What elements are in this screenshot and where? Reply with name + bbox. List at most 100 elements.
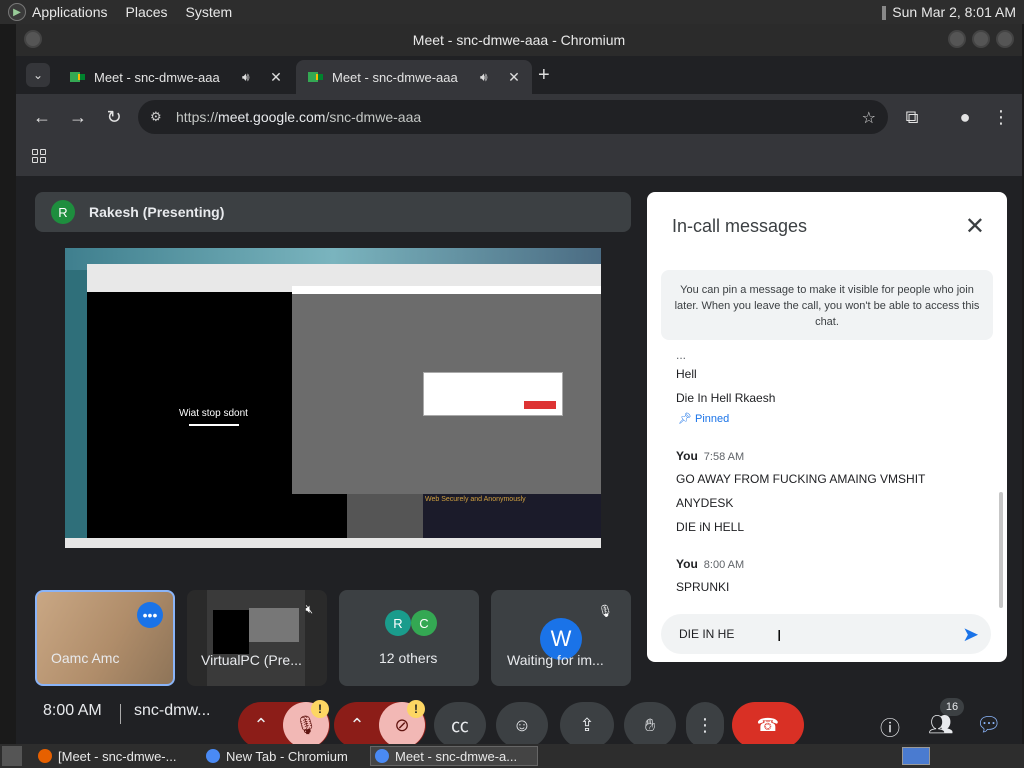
bookmark-star-icon[interactable]: ☆	[862, 108, 876, 128]
maximize-button[interactable]	[972, 30, 990, 48]
remote-center-text: Wiat stop sdont	[179, 408, 248, 419]
captions-button[interactable]: ㏄	[434, 702, 486, 748]
present-screen-button[interactable]: ⇪	[560, 702, 614, 748]
panel-title: In-call messages	[672, 216, 808, 236]
extensions-icon[interactable]: ⧉	[900, 105, 924, 129]
taskbar-item-meet-1[interactable]: [Meet - snc-dmwe-...	[34, 746, 198, 766]
avatar: C	[411, 610, 437, 636]
chat-icon[interactable]: 💬︎	[976, 712, 1001, 737]
meet-content: R Rakesh (Presenting) Wiat stop sdont We…	[16, 176, 1022, 748]
chat-sender: You 8:00 AM	[676, 557, 745, 571]
participant-tile-self[interactable]: ••• Oamc Amc	[35, 590, 175, 686]
remote-dark-panel: Web Securely and Anonymously	[423, 494, 601, 540]
leave-call-button[interactable]: ☎	[732, 702, 804, 748]
avatar: R	[385, 610, 411, 636]
url-host: meet.google.com	[218, 109, 326, 125]
site-info-icon[interactable]: ⚙	[150, 109, 168, 125]
menu-applications[interactable]: Applications	[32, 4, 108, 20]
taskbar: [Meet - snc-dmwe-... New Tab - Chromium …	[0, 744, 1024, 768]
address-bar[interactable]: ⚙ https://meet.google.com/snc-dmwe-aaa ☆	[138, 100, 888, 134]
chromium-icon	[375, 749, 389, 763]
mic-off-icon: 🎙︎	[597, 604, 613, 618]
window-title: Meet - snc-dmwe-aaa - Chromium	[412, 32, 626, 48]
chat-message-input[interactable]: DIE IN HE ➤	[661, 614, 991, 654]
participant-tile-waiting[interactable]: W 🎙︎ Waiting for im...	[491, 590, 631, 686]
screen-share-view: Wiat stop sdont Web Securely and Anonymo…	[65, 248, 601, 548]
tab-close-icon[interactable]: ✕	[268, 69, 284, 86]
emoji-icon: ☺	[512, 714, 532, 735]
tab-search-button[interactable]: ⌄	[26, 63, 50, 87]
tray-chromium-icon[interactable]	[902, 747, 930, 765]
people-icon[interactable]: 👥︎	[928, 712, 953, 737]
tab-meet-2[interactable]: Meet - snc-dmwe-aaa 🔊︎ ✕	[296, 60, 532, 94]
chevron-down-icon: ⌄	[32, 68, 44, 82]
window-menu-button[interactable]	[24, 30, 42, 48]
participant-name: VirtualPC (Pre...	[201, 652, 302, 668]
chat-message: GO AWAY FROM FUCKING AMAING VMSHIT	[676, 472, 926, 486]
warning-badge-icon: !	[311, 700, 329, 718]
mic-off-icon: 🎙︎	[294, 714, 318, 735]
new-tab-button[interactable]: +	[538, 65, 550, 85]
chat-scrollbar[interactable]	[999, 492, 1003, 608]
profile-icon[interactable]: ●	[953, 105, 977, 129]
presentation-thumbnail	[207, 590, 305, 686]
menu-system[interactable]: System	[186, 4, 233, 20]
remote-dialog	[423, 372, 563, 416]
browser-toolbar: ← → ↻ ⚙ https://meet.google.com/snc-dmwe…	[16, 94, 1022, 140]
reactions-button[interactable]: ☺	[496, 702, 548, 748]
meet-control-bar: 8:00 AM snc-dmw... ⌃ 🎙︎ ! ⌃ ⊘ ! ㏄ ☺ ⇪ ✋︎…	[16, 686, 1022, 748]
kebab-menu-icon: ⋮	[696, 714, 714, 735]
chat-message: Die In Hell Rkaesh	[676, 391, 776, 405]
chat-message: SPRUNKI	[676, 580, 730, 594]
in-call-messages-panel: In-call messages ✕ You can pin a message…	[647, 192, 1007, 662]
tab-title: Meet - snc-dmwe-aaa	[332, 69, 458, 85]
participant-tile-virtualpc[interactable]: 🔇︎ VirtualPC (Pre...	[187, 590, 327, 686]
info-icon[interactable]: ⓘ	[880, 712, 900, 741]
pinned-label[interactable]: 📌︎ Pinned	[678, 412, 729, 425]
speaker-icon[interactable]: 🔊︎	[480, 70, 496, 85]
presenter-avatar: R	[51, 200, 75, 224]
send-icon[interactable]: ➤	[962, 622, 979, 647]
meeting-code[interactable]: snc-dmw...	[134, 702, 210, 720]
taskbar-item-meet-2[interactable]: Meet - snc-dmwe-a...	[370, 746, 538, 766]
meeting-time: 8:00 AM	[43, 702, 102, 719]
browser-window: Meet - snc-dmwe-aaa - Chromium ⌄ Meet - …	[16, 24, 1022, 748]
raise-hand-button[interactable]: ✋︎	[624, 702, 676, 748]
more-options-button[interactable]: ⋮	[686, 702, 724, 748]
chevron-up-icon[interactable]: ⌃	[239, 715, 283, 736]
camera-off-icon: ⊘	[394, 714, 410, 735]
window-titlebar[interactable]: Meet - snc-dmwe-aaa - Chromium	[16, 24, 1022, 56]
tab-title: Meet - snc-dmwe-aaa	[94, 69, 220, 85]
reload-icon[interactable]: ↻	[102, 105, 126, 129]
back-arrow-icon[interactable]: ←	[30, 105, 54, 129]
apps-grid-icon[interactable]	[32, 149, 46, 163]
chromium-icon	[206, 749, 220, 763]
kebab-menu-icon[interactable]: ⋮	[989, 105, 1013, 129]
show-desktop-icon[interactable]	[2, 746, 22, 766]
chevron-up-icon[interactable]: ⌃	[335, 715, 379, 736]
distro-logo-icon[interactable]: ▶	[8, 3, 26, 21]
speaker-icon[interactable]: 🔊︎	[242, 70, 258, 85]
top-panel: ▶ Applications Places System Sun Mar 2, …	[0, 0, 1024, 24]
remote-progress-bar	[189, 424, 239, 426]
tab-close-icon[interactable]: ✕	[506, 69, 522, 86]
participant-tile-others[interactable]: R C 12 others	[339, 590, 479, 686]
tab-meet-1[interactable]: Meet - snc-dmwe-aaa 🔊︎ ✕	[58, 60, 294, 94]
participant-name: 12 others	[379, 650, 438, 666]
menu-places[interactable]: Places	[126, 4, 168, 20]
forward-arrow-icon[interactable]: →	[66, 105, 90, 129]
close-icon[interactable]: ✕	[965, 212, 985, 241]
bookmarks-bar	[16, 140, 1022, 176]
panel-clock[interactable]: Sun Mar 2, 8:01 AM	[882, 4, 1016, 21]
close-window-button[interactable]	[996, 30, 1014, 48]
participant-name: Waiting for im...	[507, 652, 604, 668]
chat-timestamp: 8:00 AM	[703, 559, 745, 571]
chat-message: DIE iN HELL	[676, 520, 745, 534]
minimize-button[interactable]	[948, 30, 966, 48]
pin-info-note: You can pin a message to make it visible…	[661, 270, 993, 340]
divider	[120, 704, 121, 724]
chat-message: ANYDESK	[676, 496, 734, 510]
more-options-icon[interactable]: •••	[137, 602, 163, 628]
firefox-icon	[38, 749, 52, 763]
taskbar-item-newtab[interactable]: New Tab - Chromium	[202, 746, 366, 766]
